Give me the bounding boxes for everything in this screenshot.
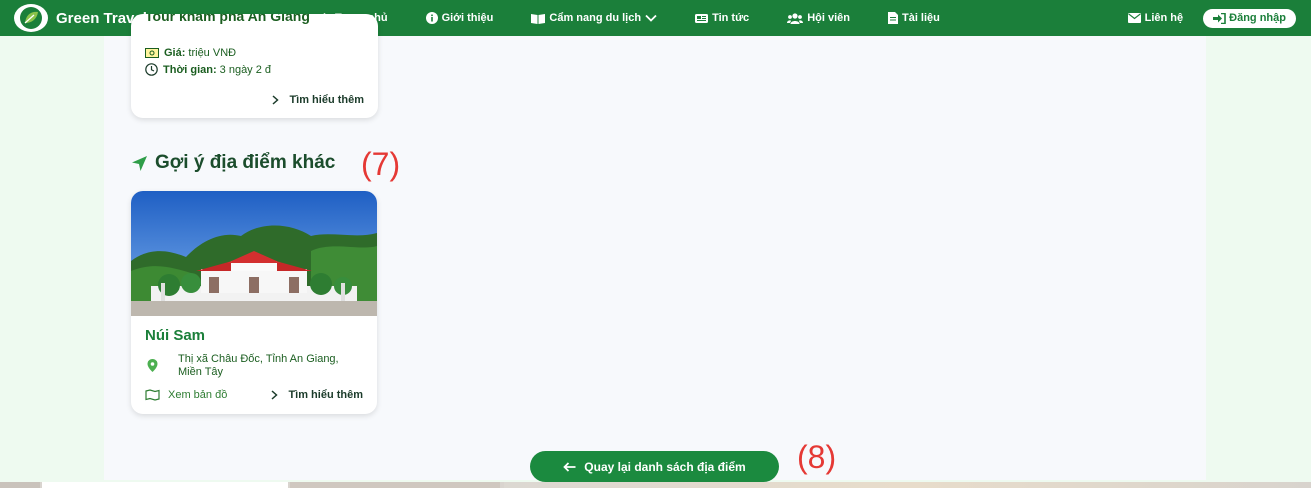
envelope-icon [1127,13,1141,23]
back-to-list-label: Quay lại danh sách địa điểm [584,459,746,474]
place-photo [131,191,377,316]
map-pin-icon [147,359,158,372]
nav-members-label: Hội viên [807,12,850,24]
newspaper-icon [695,13,709,23]
login-label: Đăng nhập [1229,12,1286,24]
tour-more-label: Tìm hiểu thêm [289,94,364,106]
nav-guide-label: Cẩm nang du lịch [549,12,642,24]
nav-guide-dropdown[interactable]: Cẩm nang du lịch [531,12,657,24]
nav-documents[interactable]: Tài liệu [887,12,940,24]
place-more-link[interactable]: Tìm hiểu thêm [271,389,363,401]
taskbar [0,482,1311,488]
view-map-label: Xem bản đồ [168,389,228,401]
leaf-logo-icon [14,4,48,32]
nav-news-label: Tin tức [712,12,750,24]
section-heading-text: Gợi ý địa điểm khác [155,152,336,173]
place-name[interactable]: Núi Sam [145,327,205,344]
annotation-7: (7) [361,146,401,182]
nav-contact-label: Liên hệ [1144,12,1184,24]
section-heading: Gợi ý địa điểm khác [131,152,335,174]
tour-time-row: Thời gian: 3 ngày 2 đ [145,63,271,76]
arrow-left-icon [563,461,576,472]
nav-news[interactable]: Tin tức [695,12,749,24]
tour-time-value: 3 ngày 2 đ [219,63,272,76]
tour-price-label: Giá: [164,47,186,59]
nav-members[interactable]: Hội viên [787,12,850,24]
main-menu: Trang chủ Giới thiệu Cẩm nang du lịch Ti… [318,0,978,36]
place-address-row: Thị xã Châu Đốc, Tỉnh An Giang, Miền Tây [145,353,358,379]
location-arrow-icon [132,155,147,171]
nav-right: Liên hệ Đăng nhập [1127,0,1296,36]
clock-icon [145,63,158,76]
tour-price-row: Giá: triệu VNĐ [145,47,236,59]
tour-more-link[interactable]: Tìm hiểu thêm [272,94,364,106]
book-icon [531,13,546,24]
annotation-8: (8) [797,439,837,475]
brand[interactable]: Green Travel [14,4,147,32]
nav-contact[interactable]: Liên hệ [1127,12,1184,24]
back-to-list-button[interactable]: Quay lại danh sách địa điểm [530,451,779,482]
chevron-right-icon [272,95,280,105]
nav-about-label: Giới thiệu [441,12,494,24]
chevron-right-icon [271,390,279,400]
place-more-label: Tìm hiểu thêm [288,389,363,401]
tour-card: Tour khám phá An Giang Giá: triệu VNĐ Th… [131,14,378,118]
tour-card-title: Tour khám phá An Giang [145,14,310,24]
chevron-down-icon [645,14,657,22]
login-button[interactable]: Đăng nhập [1203,8,1296,28]
map-icon [145,389,160,401]
tour-price-value: triệu VNĐ [188,47,237,59]
place-address: Thị xã Châu Đốc, Tỉnh An Giang, Miền Tây [178,353,339,378]
nav-about[interactable]: Giới thiệu [425,12,494,24]
nav-documents-label: Tài liệu [901,12,940,24]
place-card[interactable]: Núi Sam Thị xã Châu Đốc, Tỉnh An Giang, … [131,191,377,414]
document-icon [887,12,898,24]
money-icon [145,48,159,58]
tour-time-label: Thời gian: [163,63,217,76]
users-icon [787,12,804,24]
info-icon [425,12,438,24]
view-map-link[interactable]: Xem bản đồ [145,389,227,401]
sign-in-icon [1213,12,1226,24]
